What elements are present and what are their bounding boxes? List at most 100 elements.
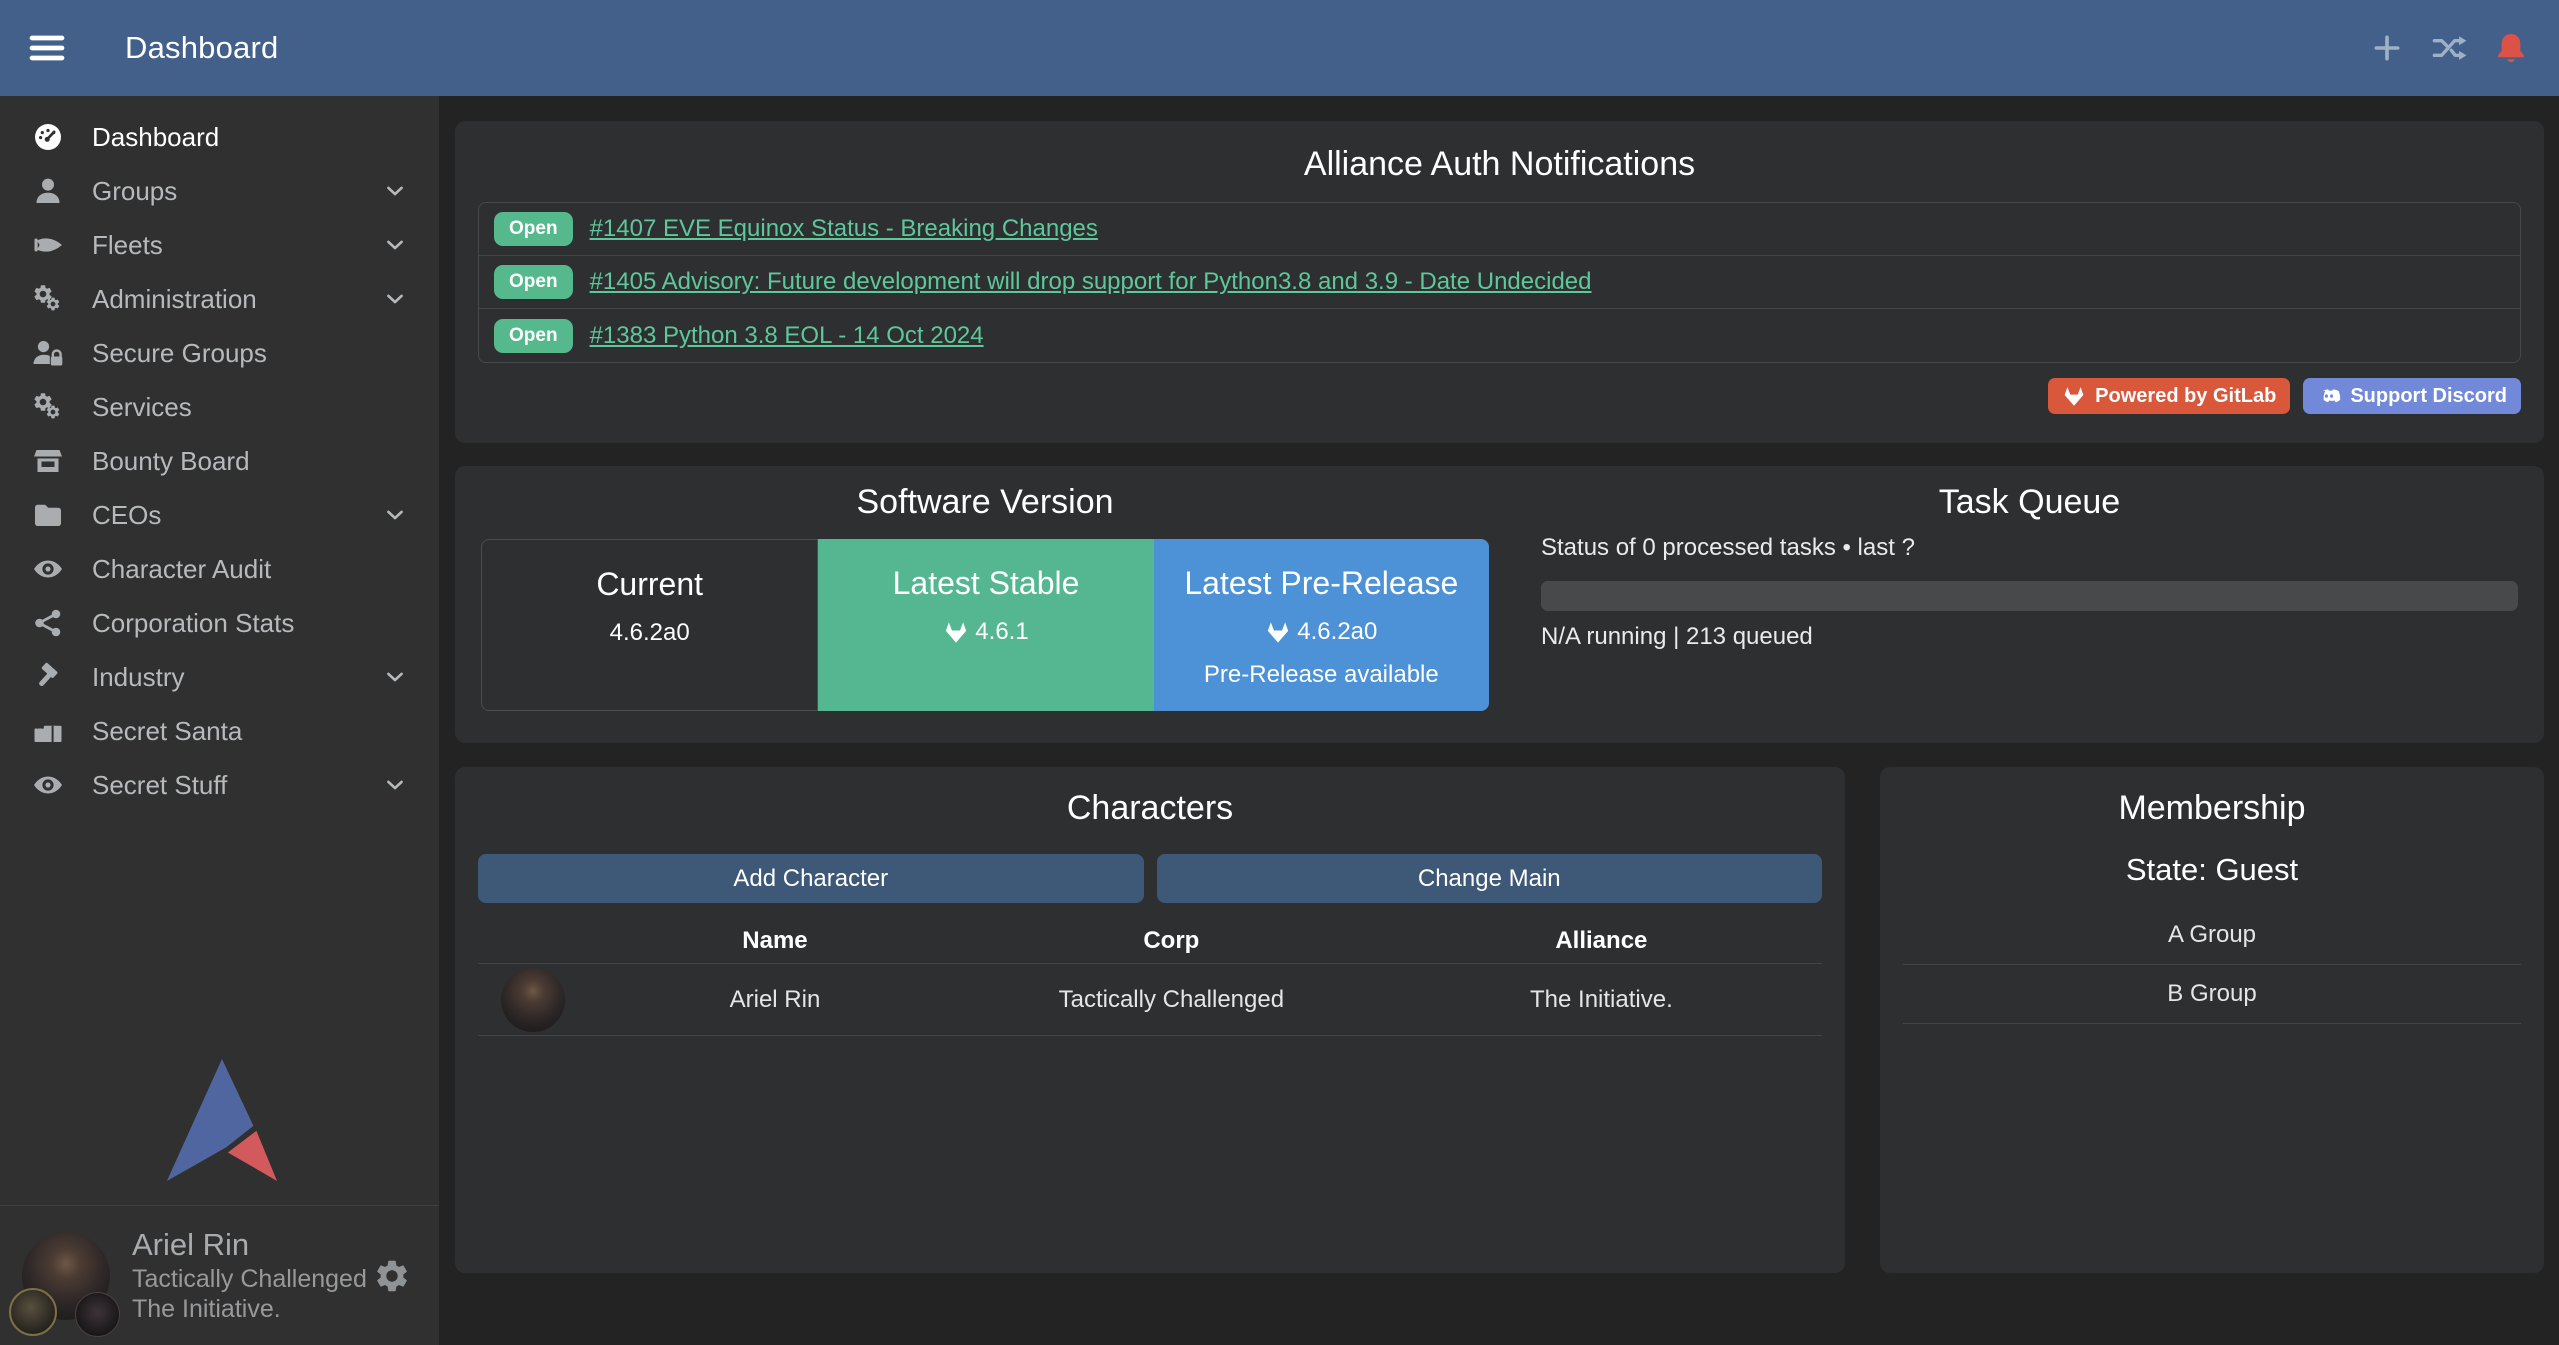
sidebar-footer: Ariel Rin Tactically Challenged The Init… [0,1057,439,1345]
user-info: Ariel Rin Tactically Challenged The Init… [132,1226,367,1325]
character-avatar [501,968,565,1032]
notification-link[interactable]: #1407 EVE Equinox Status - Breaking Chan… [590,215,1098,243]
status-badge: Open [494,212,573,246]
header-alliance: Alliance [1381,927,1822,955]
sidebar-item-administration[interactable]: Administration [0,272,439,326]
shuffle-icon[interactable] [2431,30,2467,66]
user-name: Ariel Rin [132,1226,367,1264]
store-icon [32,445,64,477]
characters-title: Characters [478,789,1822,828]
change-main-button[interactable]: Change Main [1157,854,1823,903]
chevron-down-icon [381,501,409,529]
hammer-icon [32,661,64,693]
list-item: B Group [1903,965,2521,1024]
powered-by-gitlab-badge[interactable]: Powered by GitLab [2048,378,2290,414]
add-icon[interactable] [2369,30,2405,66]
sidebar-item-dashboard[interactable]: Dashboard [0,110,439,164]
hamburger-menu-icon[interactable] [27,28,67,68]
discord-icon [2317,384,2341,408]
membership-groups-list: A Group B Group [1903,906,2521,1024]
main-content: Alliance Auth Notifications Open #1407 E… [439,96,2559,1345]
task-queue-progressbar [1541,581,2518,611]
software-version-title: Software Version [481,483,1489,522]
gifts-icon [32,715,64,747]
latest-stable-card: Latest Stable 4.6.1 [818,539,1153,711]
ship-icon [32,229,64,261]
status-badge: Open [494,265,573,299]
status-badge: Open [494,319,573,353]
membership-panel: Membership State: Guest A Group B Group [1880,767,2544,1273]
sidebar-item-corporation-stats[interactable]: Corporation Stats [0,596,439,650]
alliance-logo-badge [75,1292,120,1337]
task-queue-counts: N/A running | 213 queued [1541,623,2518,651]
user-panel: Ariel Rin Tactically Challenged The Init… [0,1205,439,1345]
table-row: Ariel Rin Tactically Challenged The Init… [478,963,1822,1036]
task-queue-title: Task Queue [1541,483,2518,522]
sidebar-item-groups[interactable]: Groups [0,164,439,218]
corp-logo-badge [9,1288,57,1336]
characters-panel: Characters Add Character Change Main Nam… [455,767,1845,1273]
sidebar-item-fleets[interactable]: Fleets [0,218,439,272]
gitlab-icon [943,619,969,645]
cell-alliance: The Initiative. [1381,986,1822,1014]
sidebar-item-ceos[interactable]: CEOs [0,488,439,542]
sidebar-item-secure-groups[interactable]: Secure Groups [0,326,439,380]
task-queue-section: Task Queue Status of 0 processed tasks •… [1515,466,2544,743]
sidebar-item-secret-stuff[interactable]: Secret Stuff [0,758,439,812]
chevron-down-icon [381,771,409,799]
membership-title: Membership [1903,789,2521,828]
software-version-section: Software Version Current 4.6.2a0 Latest … [455,466,1515,743]
chevron-down-icon [381,663,409,691]
sidebar-item-services[interactable]: Services [0,380,439,434]
version-cards: Current 4.6.2a0 Latest Stable 4.6.1 Late… [481,539,1489,711]
notifications-list: Open #1407 EVE Equinox Status - Breaking… [478,202,2521,363]
chevron-down-icon [381,231,409,259]
cell-corp: Tactically Challenged [962,986,1381,1014]
user-icon [32,175,64,207]
task-queue-status: Status of 0 processed tasks • last ? [1541,534,2518,562]
notification-link[interactable]: #1383 Python 3.8 EOL - 14 Oct 2024 [590,322,984,350]
notifications-footer: Powered by GitLab Support Discord [478,378,2521,414]
user-lock-icon [32,337,64,369]
gears-icon [32,283,64,315]
folder-icon [32,499,64,531]
software-version-task-queue-panel: Software Version Current 4.6.2a0 Latest … [455,466,2544,743]
share-nodes-icon [32,607,64,639]
header-corp: Corp [962,927,1381,955]
characters-table: Name Corp Alliance Ariel Rin Tactically … [478,919,1822,1036]
notification-row: Open #1405 Advisory: Future development … [479,256,2520,309]
top-navbar: Dashboard [0,0,2559,96]
characters-actions: Add Character Change Main [478,854,1822,903]
chevron-down-icon [381,285,409,313]
gitlab-icon [2062,384,2086,408]
add-character-button[interactable]: Add Character [478,854,1144,903]
notifications-title: Alliance Auth Notifications [478,145,2521,184]
membership-state: State: Guest [1903,852,2521,888]
user-avatar [22,1232,110,1320]
notifications-bell-icon[interactable] [2493,30,2529,66]
sidebar-nav: Dashboard Groups Fleets Administration S… [0,96,439,812]
sidebar-item-bounty-board[interactable]: Bounty Board [0,434,439,488]
support-discord-badge[interactable]: Support Discord [2303,378,2521,414]
sidebar-item-character-audit[interactable]: Character Audit [0,542,439,596]
user-corp: Tactically Challenged [132,1264,367,1295]
sidebar-item-secret-santa[interactable]: Secret Santa [0,704,439,758]
gears-icon [32,391,64,423]
eye-icon [32,553,64,585]
sidebar: Dashboard Groups Fleets Administration S… [0,96,439,1345]
notification-row: Open #1383 Python 3.8 EOL - 14 Oct 2024 [479,309,2520,362]
sidebar-item-industry[interactable]: Industry [0,650,439,704]
page-title: Dashboard [125,30,278,66]
navbar-actions [2369,30,2529,66]
user-alliance: The Initiative. [132,1294,367,1325]
gitlab-icon [1265,619,1291,645]
alliance-auth-notifications-panel: Alliance Auth Notifications Open #1407 E… [455,121,2544,443]
alliance-auth-logo [161,1057,279,1183]
notification-row: Open #1407 EVE Equinox Status - Breaking… [479,203,2520,256]
notification-link[interactable]: #1405 Advisory: Future development will … [590,268,1592,296]
current-version-card: Current 4.6.2a0 [481,539,818,711]
user-settings-gear-icon[interactable] [373,1257,411,1295]
gauge-icon [32,121,64,153]
list-item: A Group [1903,906,2521,965]
header-name: Name [588,927,962,955]
